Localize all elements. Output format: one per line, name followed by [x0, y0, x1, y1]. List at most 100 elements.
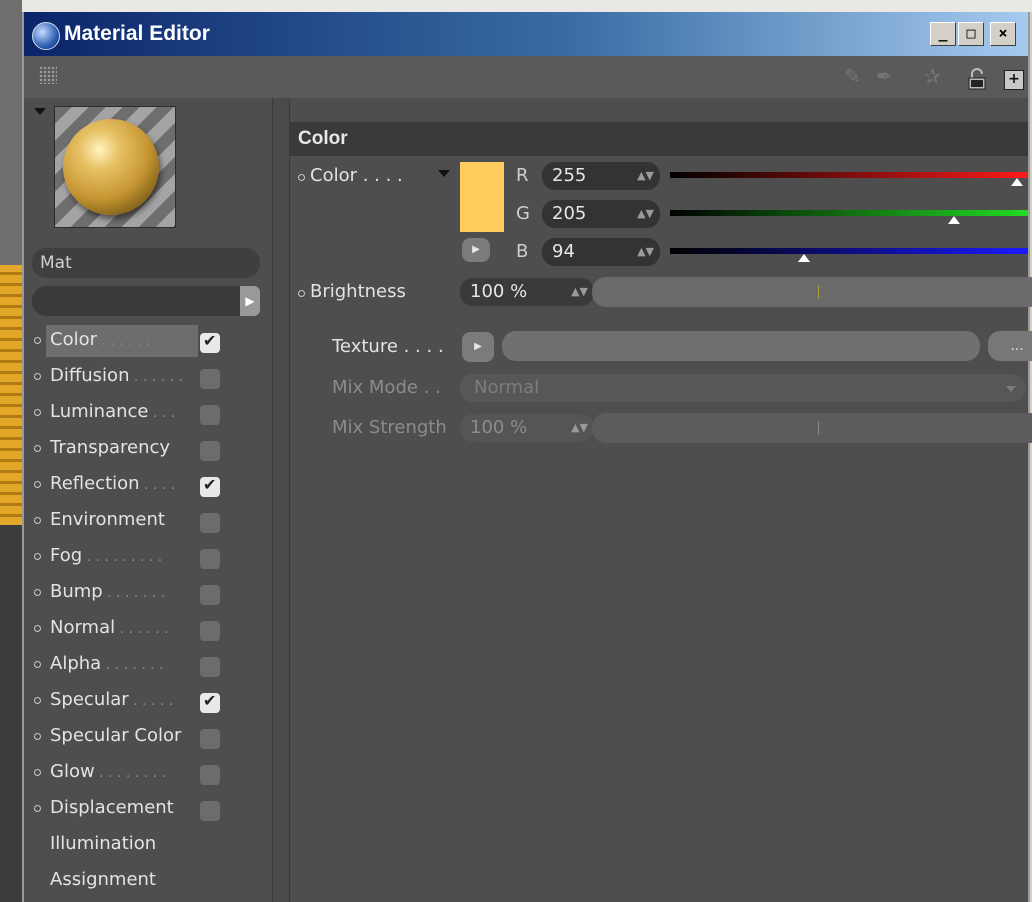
color-label: Color . . . . — [310, 165, 403, 186]
channel-label: Glow . . . . . . . . — [50, 761, 166, 782]
channel-checkbox[interactable] — [200, 585, 220, 605]
channel-transparency[interactable]: Transparency — [24, 433, 272, 469]
channel-dot — [34, 337, 41, 344]
channel-dot — [34, 409, 41, 416]
channel-checkbox[interactable] — [200, 513, 220, 533]
texture-field[interactable] — [502, 331, 980, 361]
r-label: R — [516, 165, 529, 186]
channel-bump[interactable]: Bump . . . . . . . — [24, 577, 272, 613]
channel-specular-color[interactable]: Specular Color — [24, 721, 272, 757]
channel-luminance[interactable]: Luminance . . . — [24, 397, 272, 433]
channel-checkbox[interactable] — [200, 657, 220, 677]
channel-list: Color . . . . . . Diffusion . . . . . . Lu… — [24, 325, 272, 901]
maximize-button[interactable]: □ — [958, 22, 984, 46]
minimize-button[interactable]: _ — [930, 22, 956, 46]
pin-icon[interactable]: ✰ — [924, 64, 941, 88]
viewport-object — [0, 265, 22, 525]
g-value: 205 — [552, 203, 587, 224]
channel-alpha[interactable]: Alpha . . . . . . . — [24, 649, 272, 685]
brightness-input[interactable]: 100 % ▲▼ — [460, 278, 594, 306]
material-preview[interactable] — [54, 106, 176, 228]
channel-color[interactable]: Color . . . . . . — [24, 325, 272, 361]
channel-displacement[interactable]: Displacement — [24, 793, 272, 829]
b-input[interactable]: 94 ▲▼ — [542, 238, 660, 266]
brightness-slider[interactable] — [592, 277, 1032, 307]
panel-divider[interactable] — [272, 98, 290, 902]
r-input[interactable]: 255 ▲▼ — [542, 162, 660, 190]
channel-diffusion[interactable]: Diffusion . . . . . . — [24, 361, 272, 397]
channel-leader-dots: . . . . . . — [129, 369, 183, 385]
channel-checkbox[interactable] — [200, 369, 220, 389]
channel-reflection[interactable]: Reflection . . . . — [24, 469, 272, 505]
texture-menu-button[interactable]: ▶ — [462, 332, 494, 362]
pen-icon[interactable]: ✒ — [876, 64, 893, 88]
channel-checkbox[interactable] — [200, 729, 220, 749]
channel-leader-dots: . . . . . . . . . — [82, 549, 163, 565]
close-button[interactable]: × — [990, 22, 1016, 46]
b-slider-thumb[interactable] — [797, 254, 810, 262]
mix-strength-input[interactable]: 100 % ▲▼ — [460, 414, 594, 442]
mix-strength-slider-tick — [818, 421, 819, 435]
channel-environment[interactable]: Environment — [24, 505, 272, 541]
texture-browse-button[interactable]: ... — [988, 331, 1032, 361]
channel-dot — [34, 697, 41, 704]
channel-checkbox[interactable] — [200, 405, 220, 425]
title-bar[interactable]: Material Editor _ □ × — [24, 12, 1028, 56]
color-swatch[interactable] — [460, 162, 504, 232]
channel-assignment[interactable]: Assignment — [24, 865, 272, 901]
channel-label: Diffusion . . . . . . — [50, 365, 183, 386]
g-input[interactable]: 205 ▲▼ — [542, 200, 660, 228]
channel-checkbox[interactable] — [200, 801, 220, 821]
color-picker-button[interactable]: ▶ — [462, 238, 490, 262]
brush-icon[interactable]: ✎ — [844, 64, 861, 88]
r-slider[interactable] — [670, 172, 1028, 186]
material-name-field[interactable]: Mat — [32, 248, 260, 278]
attributes-panel: Color Color . . . . R 255 ▲▼ G 205 ▲▼ ▶ B … — [290, 98, 1032, 902]
g-slider-thumb[interactable] — [948, 216, 961, 224]
channel-dot — [34, 445, 41, 452]
channel-leader-dots: . . . — [148, 405, 176, 421]
channel-dot — [34, 661, 41, 668]
channel-label: Luminance . . . — [50, 401, 176, 422]
r-slider-thumb[interactable] — [1010, 178, 1023, 186]
channel-checkbox[interactable] — [200, 765, 220, 785]
mix-strength-slider[interactable] — [592, 413, 1032, 443]
channel-checkbox[interactable] — [200, 549, 220, 569]
channel-dot — [34, 625, 41, 632]
channel-checkbox[interactable] — [200, 691, 220, 713]
brightness-value: 100 % — [470, 281, 528, 302]
channel-checkbox[interactable] — [200, 331, 220, 353]
channel-label: Fog . . . . . . . . . — [50, 545, 163, 566]
material-link-button[interactable]: ▶ — [240, 286, 260, 316]
color-menu-arrow-icon[interactable] — [438, 170, 450, 177]
grip-icon[interactable] — [39, 66, 57, 84]
preview-menu-arrow-icon[interactable] — [34, 108, 46, 115]
b-slider[interactable] — [670, 248, 1028, 262]
channel-fog[interactable]: Fog . . . . . . . . . — [24, 541, 272, 577]
lock-icon[interactable] — [966, 68, 988, 90]
channel-checkbox[interactable] — [200, 621, 220, 641]
material-editor-window: Material Editor _ □ × ✎ ✒ ✰ + Mat ▶ Colo… — [22, 12, 1032, 902]
channel-dot — [34, 805, 41, 812]
g-label: G — [516, 203, 530, 224]
material-link-field[interactable] — [32, 286, 240, 316]
channel-specular[interactable]: Specular . . . . . — [24, 685, 272, 721]
new-window-icon[interactable]: + — [1004, 70, 1024, 90]
channel-dot — [34, 553, 41, 560]
channel-checkbox[interactable] — [200, 441, 220, 461]
brightness-slider-tick — [818, 285, 819, 299]
toolbar: ✎ ✒ ✰ + — [24, 56, 1028, 99]
channel-glow[interactable]: Glow . . . . . . . . — [24, 757, 272, 793]
background-viewport-strip — [0, 0, 22, 902]
channel-normal[interactable]: Normal . . . . . . — [24, 613, 272, 649]
channel-illumination[interactable]: Illumination — [24, 829, 272, 865]
g-slider[interactable] — [670, 210, 1028, 224]
color-animate-dot[interactable] — [298, 174, 305, 181]
mix-mode-dropdown[interactable]: Normal — [460, 374, 1026, 402]
channel-label: Reflection . . . . — [50, 473, 176, 494]
channel-leader-dots: . . . . . . . — [102, 585, 166, 601]
channel-leader-dots: . . . . . . . . — [94, 765, 166, 781]
channel-label: Alpha . . . . . . . — [50, 653, 164, 674]
channel-checkbox[interactable] — [200, 475, 220, 497]
brightness-animate-dot[interactable] — [298, 290, 305, 297]
